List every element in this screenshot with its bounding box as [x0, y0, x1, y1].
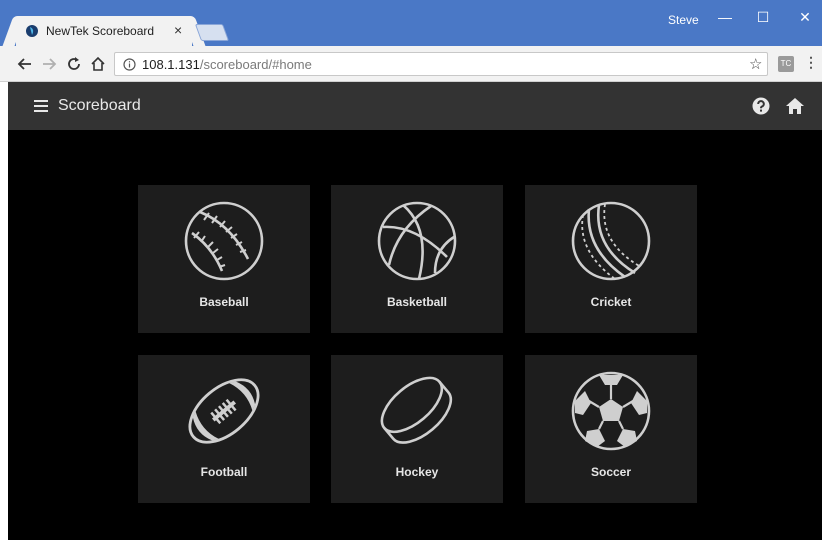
football-icon	[188, 378, 260, 444]
home-icon[interactable]	[785, 97, 805, 115]
home-icon[interactable]	[89, 55, 107, 73]
hamburger-menu-icon[interactable]	[34, 100, 48, 112]
back-icon[interactable]	[16, 55, 34, 73]
app-title: Scoreboard	[58, 97, 141, 114]
sport-label: Cricket	[590, 295, 632, 309]
sport-tile-hockey[interactable]: Hockey	[331, 355, 503, 503]
minimize-button[interactable]: —	[710, 6, 740, 28]
app-header: Scoreboard	[8, 82, 822, 130]
new-tab-button[interactable]	[194, 24, 230, 41]
close-window-button[interactable]: ✕	[790, 6, 820, 28]
sport-label: Baseball	[199, 295, 249, 309]
sport-label: Football	[200, 465, 248, 479]
tab-title: NewTek Scoreboard	[46, 24, 155, 38]
tab-close-icon[interactable]: ×	[174, 22, 182, 38]
url-text[interactable]: 108.1.131/scoreboard/#home	[142, 57, 312, 72]
info-icon[interactable]	[123, 58, 136, 71]
forward-icon[interactable]	[40, 55, 58, 73]
profile-name[interactable]: Steve	[668, 13, 699, 27]
soccer-ball-icon	[571, 371, 651, 451]
url-host: 108.1.131	[142, 57, 200, 72]
hockey-puck-icon	[380, 376, 453, 444]
cricket-ball-icon	[571, 201, 651, 281]
sport-tile-soccer[interactable]: Soccer	[525, 355, 697, 503]
sport-tile-cricket[interactable]: Cricket	[525, 185, 697, 333]
help-icon[interactable]	[752, 97, 770, 115]
address-bar[interactable]: 108.1.131/scoreboard/#home ☆	[114, 52, 768, 76]
menu-icon[interactable]: ⋮	[804, 54, 818, 71]
star-icon[interactable]: ☆	[749, 55, 762, 73]
reload-icon[interactable]	[65, 55, 83, 73]
sport-tile-football[interactable]: Football	[138, 355, 310, 503]
basketball-icon	[377, 201, 457, 281]
url-path: /scoreboard/#home	[199, 57, 312, 72]
sports-grid: Baseball Basketball Cricket Football Hoc…	[8, 130, 822, 540]
sport-label: Basketball	[386, 295, 448, 309]
sport-label: Soccer	[590, 465, 632, 479]
browser-toolbar: 108.1.131/scoreboard/#home ☆ TC ⋮	[0, 46, 822, 82]
sport-tile-baseball[interactable]: Baseball	[138, 185, 310, 333]
browser-titlebar: NewTek Scoreboard × Steve — ☐ ✕	[0, 0, 822, 46]
browser-tab[interactable]: NewTek Scoreboard ×	[16, 16, 192, 46]
sport-label: Hockey	[395, 465, 439, 479]
extension-icon[interactable]: TC	[778, 56, 794, 72]
maximize-button[interactable]: ☐	[748, 6, 778, 28]
baseball-icon	[184, 201, 264, 281]
newtek-favicon-icon	[26, 25, 38, 37]
sport-tile-basketball[interactable]: Basketball	[331, 185, 503, 333]
